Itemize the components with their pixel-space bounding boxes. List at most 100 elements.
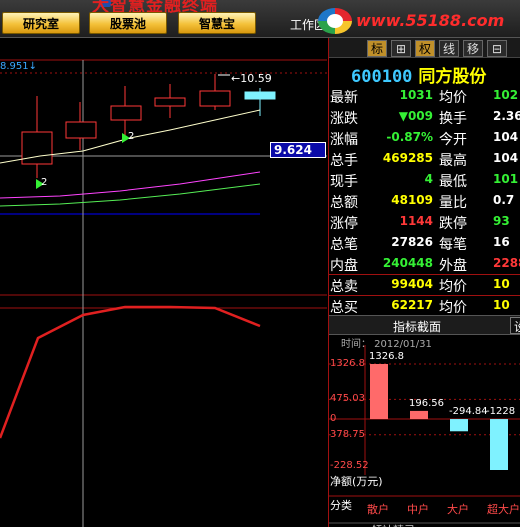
- flow-value-label: 196.56: [409, 397, 444, 409]
- quote-label: 总买: [330, 300, 358, 316]
- flow-date-label: 时间： 2012/01/31: [341, 339, 432, 350]
- flow-axis-label: 378.75: [330, 428, 365, 440]
- flow-bar: [490, 419, 508, 470]
- quote-row: 总笔 27826 每笔 16: [329, 233, 520, 254]
- kline-chart[interactable]: [0, 38, 327, 527]
- stock-name: 同方股份: [418, 67, 487, 87]
- quote-row: 总买 62217 均价 10: [329, 296, 520, 317]
- candle[interactable]: [154, 84, 186, 118]
- low-label: 2: [41, 177, 48, 188]
- grid-icon[interactable]: ⊞: [391, 40, 411, 57]
- quote-row: 总卖 99404 均价 10: [329, 275, 520, 296]
- quote-value: 0.7: [493, 193, 515, 207]
- flow-category: 散户: [367, 503, 389, 516]
- kline-chart-area[interactable]: 8.951↓ ←10.59 2 2 9.624: [0, 38, 327, 527]
- quote-value: 104: [493, 151, 519, 165]
- quote-value: 2.36: [493, 109, 520, 123]
- quote-value: 4: [424, 172, 433, 186]
- quote-row: 现手 4 最低 101: [329, 170, 520, 191]
- mark-button[interactable]: 标: [367, 40, 387, 57]
- quote-value: 102: [493, 88, 519, 102]
- flow-bottom-tab: 领袖精灵: [371, 522, 415, 527]
- rights-button[interactable]: 权: [415, 40, 435, 57]
- quote-row: 总手 469285 最高 104: [329, 149, 520, 170]
- flow-bar: [370, 364, 388, 420]
- ma-readout: 8.951↓: [0, 61, 38, 72]
- quote-value: 10: [493, 277, 510, 291]
- ma20-line: [0, 183, 261, 207]
- flow-value-label: -1228: [486, 406, 516, 418]
- stock-code: 600100: [351, 67, 413, 87]
- flow-axis-label: -228.52: [330, 460, 369, 471]
- layout-icon[interactable]: ⊟: [487, 40, 507, 57]
- quote-label: 总笔: [330, 237, 358, 253]
- quote-value: 101: [493, 172, 519, 186]
- nav-research-button[interactable]: 研究室: [2, 12, 80, 34]
- quote-value: 16: [493, 235, 510, 249]
- line-button[interactable]: 线: [439, 40, 459, 57]
- quote-value: 1144: [399, 214, 433, 228]
- quote-row: 总额 48109 量比 0.7: [329, 191, 520, 212]
- flow-category-label: 分类: [330, 499, 352, 512]
- candle[interactable]: [21, 96, 53, 178]
- candle[interactable]: [199, 74, 231, 110]
- stock-title: 600100 同方股份: [351, 62, 486, 87]
- quote-label: 跌停: [439, 216, 467, 232]
- quote-value: 469285: [382, 151, 433, 165]
- indicator-section-header: 指标截面 设: [329, 315, 520, 335]
- quote-label: 最高: [439, 153, 467, 169]
- quote-panel: 标 ⊞ 权 线 移 ⊟ 600100 同方股份 最新 1031 均价 102 涨跌 ▼00…: [328, 38, 520, 527]
- indicator-line: [0, 305, 261, 439]
- candle[interactable]: [110, 86, 142, 138]
- top-banner: 大智慧金融终端 研究室 股票池 智慧宝 工作区 www.55188.com: [0, 0, 520, 38]
- quote-row: 最新 1031 均价 102: [329, 86, 520, 107]
- quote-value: 240448: [382, 256, 433, 270]
- move-button[interactable]: 移: [463, 40, 483, 57]
- quote-label: 现手: [330, 174, 358, 190]
- quote-label: 均价: [439, 90, 467, 106]
- flow-axis-label: 1326.8: [330, 358, 365, 369]
- quote-value: 62217: [391, 298, 433, 312]
- quote-row: 涨停 1144 跌停 93: [329, 212, 520, 233]
- flow-category: 超大户: [487, 503, 520, 516]
- quote-label: 均价: [439, 300, 467, 316]
- site-url: www.55188.com: [356, 11, 505, 30]
- quote-row: 涨跌 ▼009 换手 2.36: [329, 107, 520, 128]
- quote-label: 换手: [439, 111, 467, 127]
- quote-value: 48109: [391, 193, 433, 207]
- high-price-label: ←10.59: [231, 72, 272, 85]
- nav-stock-pool-button[interactable]: 股票池: [89, 12, 167, 34]
- quote-label: 涨幅: [330, 132, 358, 148]
- quote-label: 每笔: [439, 237, 467, 253]
- candle[interactable]: [244, 88, 276, 116]
- quote-label: 内盘: [330, 258, 358, 274]
- flow-axis-label: 475.03: [330, 393, 365, 405]
- low-label: 2: [128, 131, 135, 142]
- quote-label: 量比: [439, 195, 467, 211]
- quote-label: 总卖: [330, 279, 358, 295]
- quote-value: 99404: [391, 277, 433, 291]
- quote-value: 1031: [399, 88, 433, 102]
- section-title[interactable]: 指标截面: [393, 318, 441, 335]
- flow-bar: [450, 419, 468, 432]
- quote-label: 最低: [439, 174, 467, 190]
- site-logo-icon: [318, 8, 352, 34]
- quote-value: -0.87%: [386, 130, 433, 144]
- quote-label: 外盘: [439, 258, 467, 274]
- quote-value: 27826: [391, 235, 433, 249]
- quote-label: 最新: [330, 90, 358, 106]
- quote-value: 93: [493, 214, 510, 228]
- settings-tab[interactable]: 设: [510, 317, 520, 334]
- flow-category: 大户: [447, 503, 469, 516]
- candle[interactable]: [65, 102, 97, 150]
- quote-label: 均价: [439, 279, 467, 295]
- hi-arrow: ←: [231, 72, 241, 85]
- panel-toolbar: 标 ⊞ 权 线 移 ⊟: [329, 38, 520, 58]
- flow-axis-label: 0: [330, 413, 337, 425]
- quote-label: 涨停: [330, 216, 358, 232]
- quote-value: 104: [493, 130, 519, 144]
- nav-wisdom-button[interactable]: 智慧宝: [178, 12, 256, 34]
- flow-net-label: 净额(万元): [330, 475, 383, 488]
- quote-label: 总额: [330, 195, 358, 211]
- quote-label: 涨跌: [330, 111, 358, 127]
